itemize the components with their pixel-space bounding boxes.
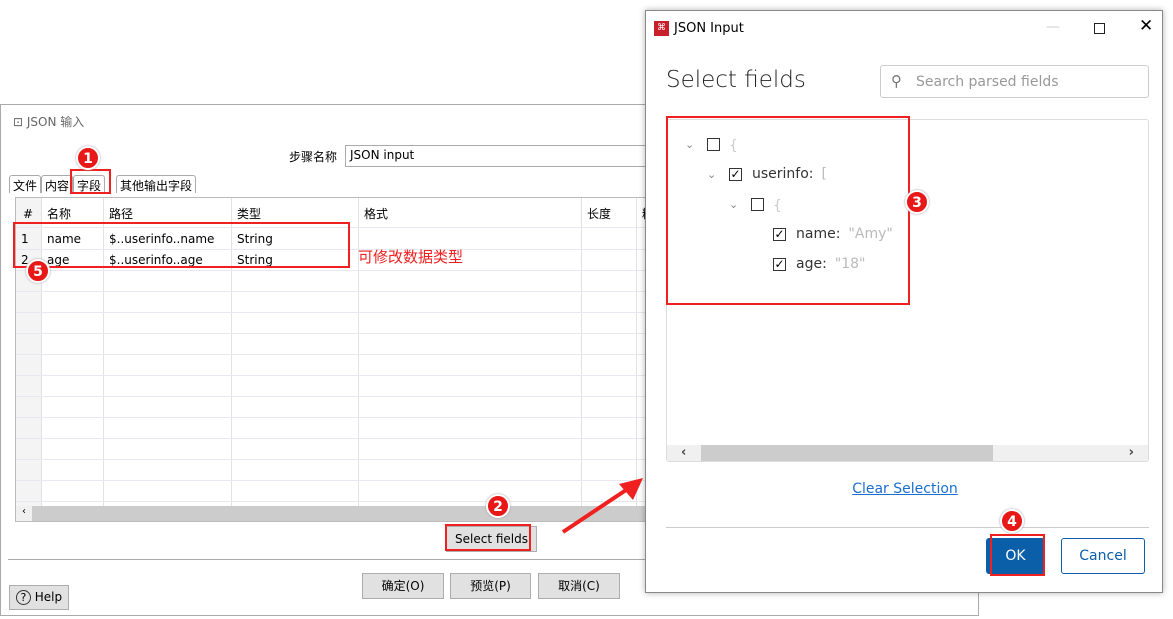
- empty-table-row: [16, 334, 654, 355]
- scroll-right-icon[interactable]: ›: [1129, 445, 1134, 460]
- step-icon: ⊡: [13, 115, 27, 129]
- annotation-box-select-fields: [445, 524, 531, 551]
- cancel-button[interactable]: Cancel: [1061, 538, 1145, 574]
- search-input[interactable]: ⚲ Search parsed fields: [880, 65, 1149, 98]
- clear-selection-link[interactable]: Clear Selection: [852, 481, 958, 497]
- annotation-badge: 3: [905, 190, 929, 214]
- horizontal-scrollbar[interactable]: ‹ ›: [667, 445, 1148, 461]
- scroll-left-icon[interactable]: ‹: [16, 506, 32, 521]
- annotation-note: 可修改数据类型: [358, 248, 464, 266]
- annotation-badge: 4: [1000, 509, 1024, 533]
- cancel-button[interactable]: 取消(C): [538, 573, 620, 599]
- scroll-left-icon[interactable]: ‹: [681, 445, 686, 460]
- empty-table-row: [16, 397, 654, 418]
- tab-content[interactable]: 内容: [41, 175, 74, 193]
- dialog-title: ⊡ JSON 输入: [13, 115, 85, 129]
- tab-file[interactable]: 文件: [9, 175, 42, 193]
- empty-table-row: [16, 439, 654, 460]
- app-logo-icon: ⌘: [654, 21, 669, 36]
- empty-table-row: [16, 376, 654, 397]
- dialog-title: JSON Input: [674, 21, 744, 36]
- empty-table-row: [16, 418, 654, 439]
- annotation-badge: 1: [76, 146, 100, 170]
- search-icon: ⚲: [891, 72, 902, 90]
- annotation-box-rows: [13, 222, 350, 268]
- tab-other-output-fields[interactable]: 其他输出字段: [116, 175, 197, 193]
- page-title: Select fields: [666, 67, 806, 93]
- annotation-box-ok: [990, 534, 1045, 576]
- empty-table-row: [16, 313, 654, 334]
- scrollbar-thumb[interactable]: [701, 445, 993, 461]
- minimize-icon[interactable]: —: [1046, 19, 1060, 35]
- ok-button[interactable]: 确定(O): [362, 573, 444, 599]
- close-icon[interactable]: ✕: [1139, 16, 1153, 36]
- annotation-badge: 5: [26, 259, 50, 283]
- annotation-box-fields-tab: [70, 169, 111, 194]
- empty-table-row: [16, 292, 654, 313]
- annotation-badge: 2: [486, 494, 510, 518]
- empty-table-row: [16, 271, 654, 292]
- annotation-arrow: [561, 478, 643, 534]
- step-name-input[interactable]: JSON input: [345, 145, 665, 167]
- help-button[interactable]: ? Help: [9, 585, 69, 610]
- annotation-box-tree: [666, 116, 910, 305]
- preview-button[interactable]: 预览(P): [450, 573, 531, 599]
- empty-table-row: [16, 355, 654, 376]
- maximize-icon[interactable]: [1094, 23, 1105, 34]
- help-icon: ?: [15, 590, 31, 605]
- step-name-label: 步骤名称: [289, 150, 338, 164]
